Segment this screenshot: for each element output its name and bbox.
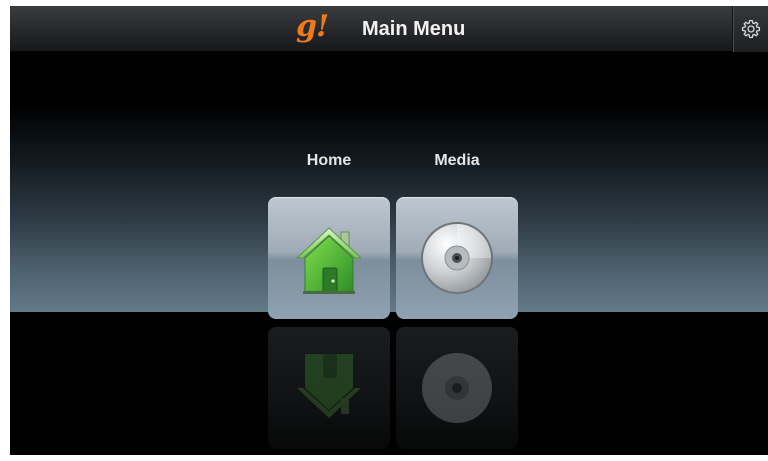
page-title: Main Menu (362, 18, 466, 40)
disc-icon (422, 353, 492, 423)
house-icon (297, 354, 361, 418)
media-label: Media (434, 152, 480, 169)
app-logo: g! (296, 9, 329, 44)
home-reflection (268, 327, 390, 449)
disc-icon (421, 222, 493, 294)
gear-icon (741, 19, 761, 39)
home-label: Home (306, 152, 352, 169)
home-button[interactable] (268, 197, 390, 319)
media-reflection (396, 327, 518, 449)
house-icon (295, 227, 363, 294)
media-button[interactable] (396, 197, 518, 319)
settings-button[interactable] (732, 6, 768, 52)
header-bar: g! Main Menu (10, 6, 768, 52)
app-screen: g! Main Menu Home Media (10, 6, 768, 455)
